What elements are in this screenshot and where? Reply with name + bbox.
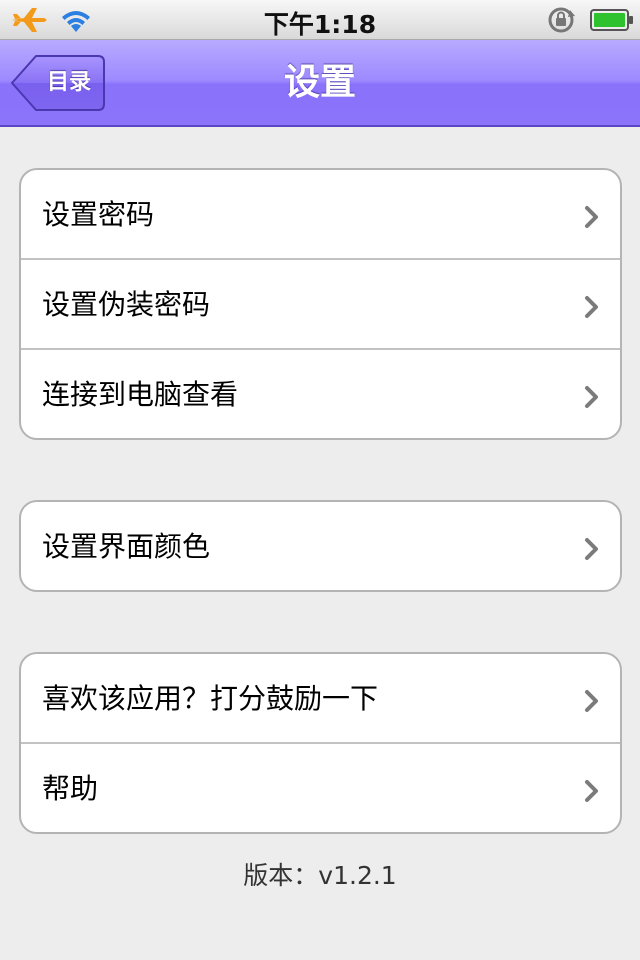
row-rate-app[interactable]: 喜欢该应用？打分鼓励一下 (21, 654, 620, 744)
row-label: 设置密码 (42, 198, 155, 231)
settings-group-appearance: 设置界面颜色 (19, 500, 622, 592)
row-set-disguise-password[interactable]: 设置伪装密码 (21, 260, 620, 350)
chevron-right-icon (584, 385, 600, 413)
chevron-right-icon (584, 779, 600, 807)
row-label: 设置界面颜色 (42, 530, 211, 563)
settings-screen: 下午1:18 目录 设置 设置密码 设置伪装密码 连接到电脑查看 设置界面颜色 … (0, 0, 640, 960)
chevron-right-icon (584, 295, 600, 323)
row-label: 连接到电脑查看 (42, 378, 239, 411)
row-set-interface-color[interactable]: 设置界面颜色 (21, 502, 620, 590)
battery-icon (590, 8, 634, 36)
row-set-password[interactable]: 设置密码 (21, 170, 620, 260)
version-label: 版本：v1.2.1 (243, 861, 397, 890)
chevron-right-icon (584, 205, 600, 233)
status-bar: 下午1:18 (0, 0, 640, 40)
settings-group-about: 喜欢该应用？打分鼓励一下 帮助 (19, 652, 622, 834)
row-label: 喜欢该应用？打分鼓励一下 (42, 682, 379, 715)
orientation-lock-icon (544, 6, 578, 38)
chevron-right-icon (584, 689, 600, 717)
row-label: 设置伪装密码 (42, 288, 211, 321)
page-title: 设置 (283, 62, 356, 103)
row-label: 帮助 (42, 772, 99, 805)
nav-bar: 目录 设置 (0, 40, 640, 127)
chevron-right-icon (584, 537, 600, 565)
row-help[interactable]: 帮助 (21, 744, 620, 832)
row-connect-to-computer[interactable]: 连接到电脑查看 (21, 350, 620, 438)
settings-group-security: 设置密码 设置伪装密码 连接到电脑查看 (19, 168, 622, 440)
